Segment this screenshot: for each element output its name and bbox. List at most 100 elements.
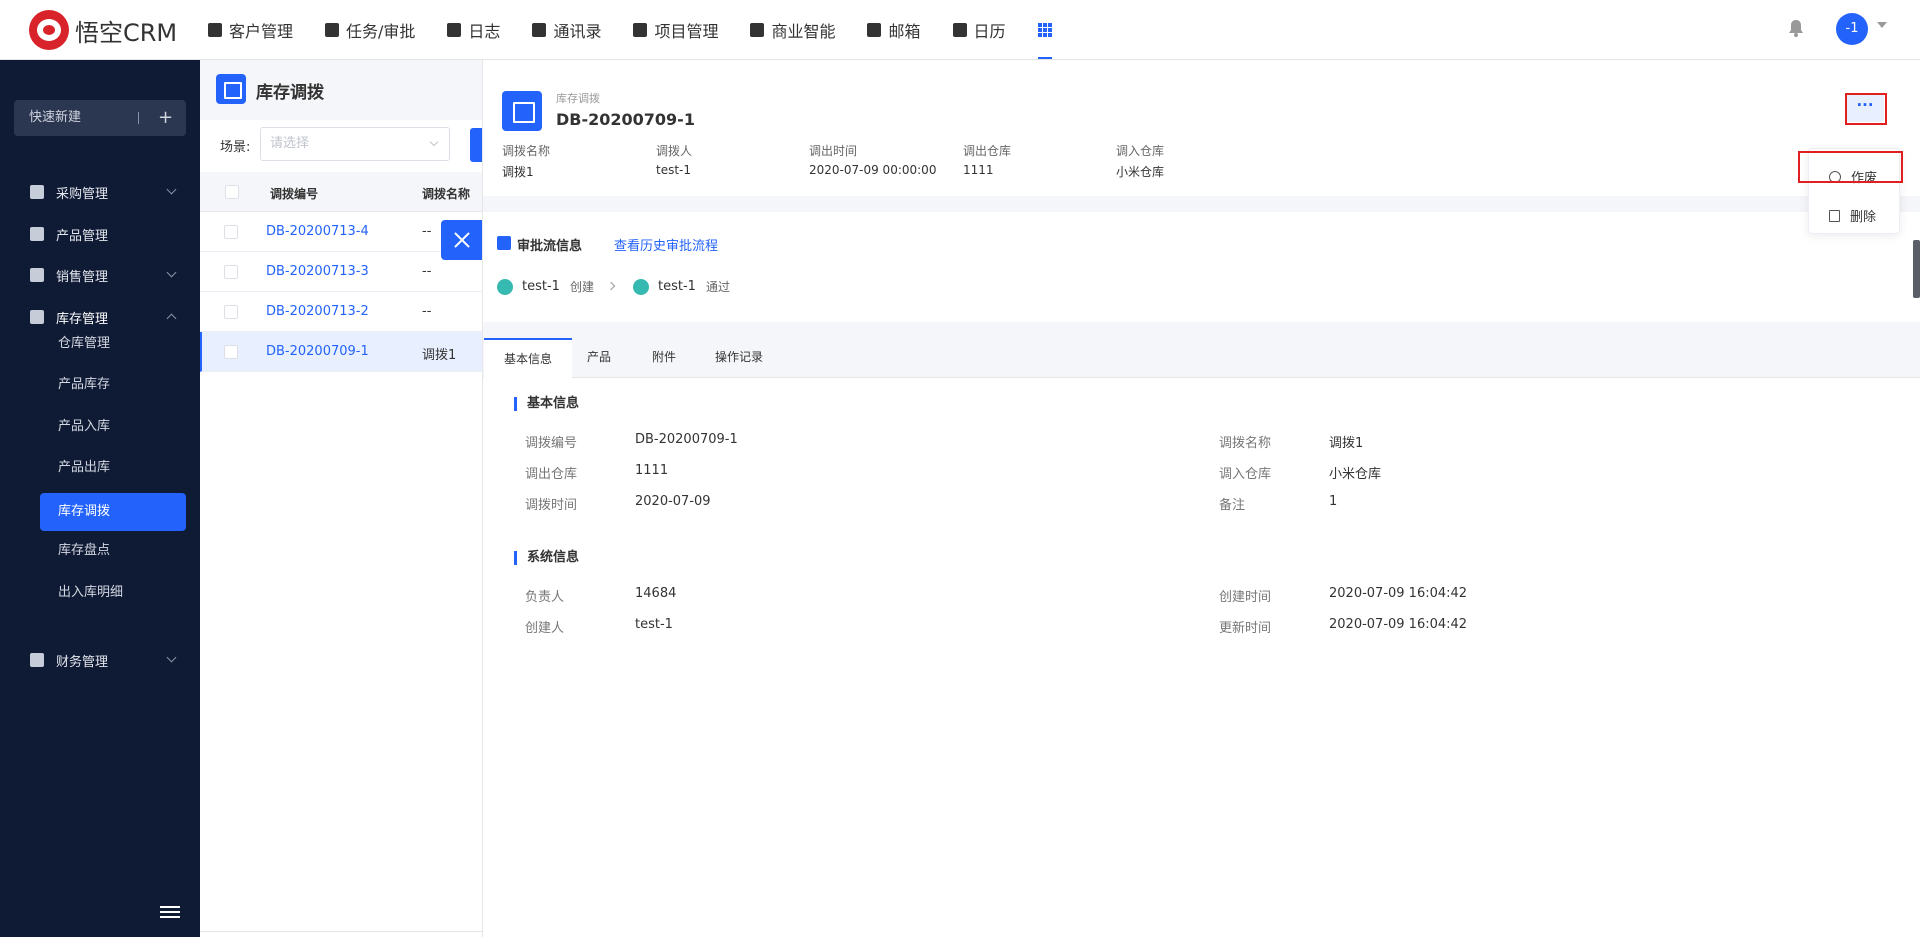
- quick-new-button[interactable]: 快速新建 +: [14, 100, 186, 136]
- nav-log[interactable]: 日志: [447, 0, 500, 60]
- main-nav: 客户管理 任务/审批 日志 通讯录 项目管理 商业智能 邮箱 日历: [208, 0, 1084, 60]
- scene-select[interactable]: 请选择: [260, 127, 450, 161]
- step-action: 创建: [569, 280, 594, 294]
- tab-operation-log[interactable]: 操作记录: [695, 338, 783, 378]
- scene-label: 场景:: [220, 140, 251, 155]
- page-title: 库存调拨: [256, 83, 324, 103]
- field-value: 小米仓库: [1329, 467, 1382, 482]
- plus-icon[interactable]: +: [158, 100, 173, 136]
- apps-grid-icon: [1037, 23, 1052, 37]
- avatar[interactable]: -1: [1836, 13, 1868, 45]
- nav-project[interactable]: 项目管理: [633, 0, 718, 60]
- tab-products[interactable]: 产品: [567, 338, 631, 378]
- row-name: 调拨1: [422, 348, 457, 363]
- monkey-logo-icon: [29, 10, 69, 50]
- sidebar-item-label: 销售管理: [56, 269, 109, 285]
- sidebar-sub-stock-out[interactable]: 产品出库: [40, 449, 186, 487]
- bi-icon: [750, 23, 765, 37]
- row-checkbox[interactable]: [224, 345, 238, 359]
- cart-icon: [30, 185, 44, 199]
- caret-down-icon[interactable]: [1877, 22, 1887, 28]
- field-value: test-1: [635, 617, 673, 632]
- nav-calendar[interactable]: 日历: [952, 0, 1006, 60]
- divider: [138, 112, 139, 124]
- wallet-icon: [30, 653, 44, 667]
- sidebar-item-finance[interactable]: 财务管理: [0, 640, 200, 680]
- table-row[interactable]: DB-20200713-3 --: [200, 252, 482, 292]
- step-action: 通过: [705, 280, 730, 294]
- divider: [200, 931, 482, 932]
- row-name: --: [422, 264, 432, 279]
- section-title-basic: 基本信息: [514, 397, 579, 411]
- table-row[interactable]: DB-20200713-2 --: [200, 292, 482, 332]
- row-checkbox[interactable]: [224, 305, 238, 319]
- column-header-code[interactable]: 调拨编号: [270, 185, 318, 202]
- field-value: DB-20200709-1: [635, 432, 738, 447]
- close-detail-button[interactable]: [441, 220, 482, 260]
- nav-apps[interactable]: [1037, 0, 1052, 60]
- nav-task-approval[interactable]: 任务/审批: [325, 0, 415, 60]
- sidebar-item-label: 财务管理: [56, 654, 109, 670]
- field-value: 调拨1: [1329, 436, 1364, 451]
- approval-history-link[interactable]: 查看历史审批流程: [614, 235, 718, 254]
- table-row[interactable]: DB-20200713-4 --: [200, 212, 482, 252]
- table-row-selected[interactable]: DB-20200709-1 调拨1: [200, 332, 482, 372]
- approval-title: 审批流信息: [517, 239, 583, 254]
- side-scroll-handle[interactable]: [1913, 240, 1920, 298]
- nav-mail[interactable]: 邮箱: [867, 0, 921, 60]
- row-code-link[interactable]: DB-20200713-4: [266, 224, 369, 239]
- row-code-link[interactable]: DB-20200713-2: [266, 304, 369, 319]
- approval-step: test-1 通过: [633, 278, 730, 295]
- project-icon: [633, 23, 648, 37]
- delete-menu-item[interactable]: 删除: [1829, 206, 1876, 225]
- select-all-checkbox[interactable]: [225, 185, 239, 199]
- sidebar-item-product[interactable]: 产品管理: [0, 214, 200, 254]
- nav-label: 项目管理: [654, 22, 719, 41]
- sidebar-sub-product-stock[interactable]: 产品库存: [40, 366, 186, 404]
- sidebar-sub-stock-in[interactable]: 产品入库: [40, 408, 186, 446]
- sidebar-item-sales[interactable]: 销售管理: [0, 255, 200, 295]
- nav-bi[interactable]: 商业智能: [750, 0, 835, 60]
- list-header: 库存调拨: [200, 60, 482, 120]
- nav-contacts[interactable]: 通讯录: [532, 0, 601, 60]
- sidebar-sub-warehouse[interactable]: 仓库管理: [40, 325, 186, 363]
- tab-attachments[interactable]: 附件: [632, 338, 696, 378]
- nav-customer[interactable]: 客户管理: [208, 0, 293, 60]
- archive-icon: [216, 74, 246, 104]
- sidebar-sub-transfer[interactable]: 库存调拨: [40, 493, 186, 531]
- bell-icon[interactable]: [1788, 19, 1804, 37]
- header-field-value: 2020-07-09 00:00:00: [809, 163, 937, 177]
- chevron-down-icon: [166, 184, 177, 195]
- highlight-box: [1798, 151, 1903, 183]
- archive-icon: [502, 91, 542, 131]
- new-button-partial[interactable]: [470, 128, 482, 162]
- tab-basic-info[interactable]: 基本信息: [484, 338, 573, 379]
- logo[interactable]: 悟空CRM: [29, 10, 177, 50]
- field-label: 调拨编号: [525, 436, 578, 451]
- row-code-link[interactable]: DB-20200713-3: [266, 264, 369, 279]
- detail-title: DB-20200709-1: [556, 110, 695, 129]
- row-checkbox[interactable]: [224, 225, 238, 239]
- tab-bar: 基本信息 产品 附件 操作记录: [483, 338, 1920, 379]
- mail-icon: [867, 23, 882, 37]
- collapse-menu-icon[interactable]: [160, 906, 180, 920]
- sidebar-item-label: 产品管理: [56, 228, 109, 244]
- approval-section: 审批流信息 查看历史审批流程 test-1 创建 test-1 通过: [483, 212, 1920, 322]
- header-field-value: 小米仓库: [1116, 165, 1165, 179]
- sidebar-sub-stocktake[interactable]: 库存盘点: [40, 532, 186, 570]
- step-user: test-1: [658, 279, 696, 294]
- field-label: 调入仓库: [1219, 467, 1272, 482]
- row-checkbox[interactable]: [224, 265, 238, 279]
- chevron-down-icon: [429, 137, 439, 147]
- field-label: 调拨名称: [1219, 436, 1272, 451]
- header-field-value: 调拨1: [502, 165, 534, 179]
- sidebar-sub-io-detail[interactable]: 出入库明细: [40, 574, 186, 612]
- row-code-link[interactable]: DB-20200709-1: [266, 344, 369, 359]
- logo-text: 悟空CRM: [75, 18, 178, 47]
- column-header-name[interactable]: 调拨名称: [422, 185, 470, 202]
- step-user: test-1: [522, 279, 560, 294]
- chevron-down-icon: [166, 652, 177, 663]
- field-value: 2020-07-09 16:04:42: [1329, 586, 1468, 601]
- field-value: 14684: [635, 586, 677, 601]
- sidebar-item-purchase[interactable]: 采购管理: [0, 172, 200, 212]
